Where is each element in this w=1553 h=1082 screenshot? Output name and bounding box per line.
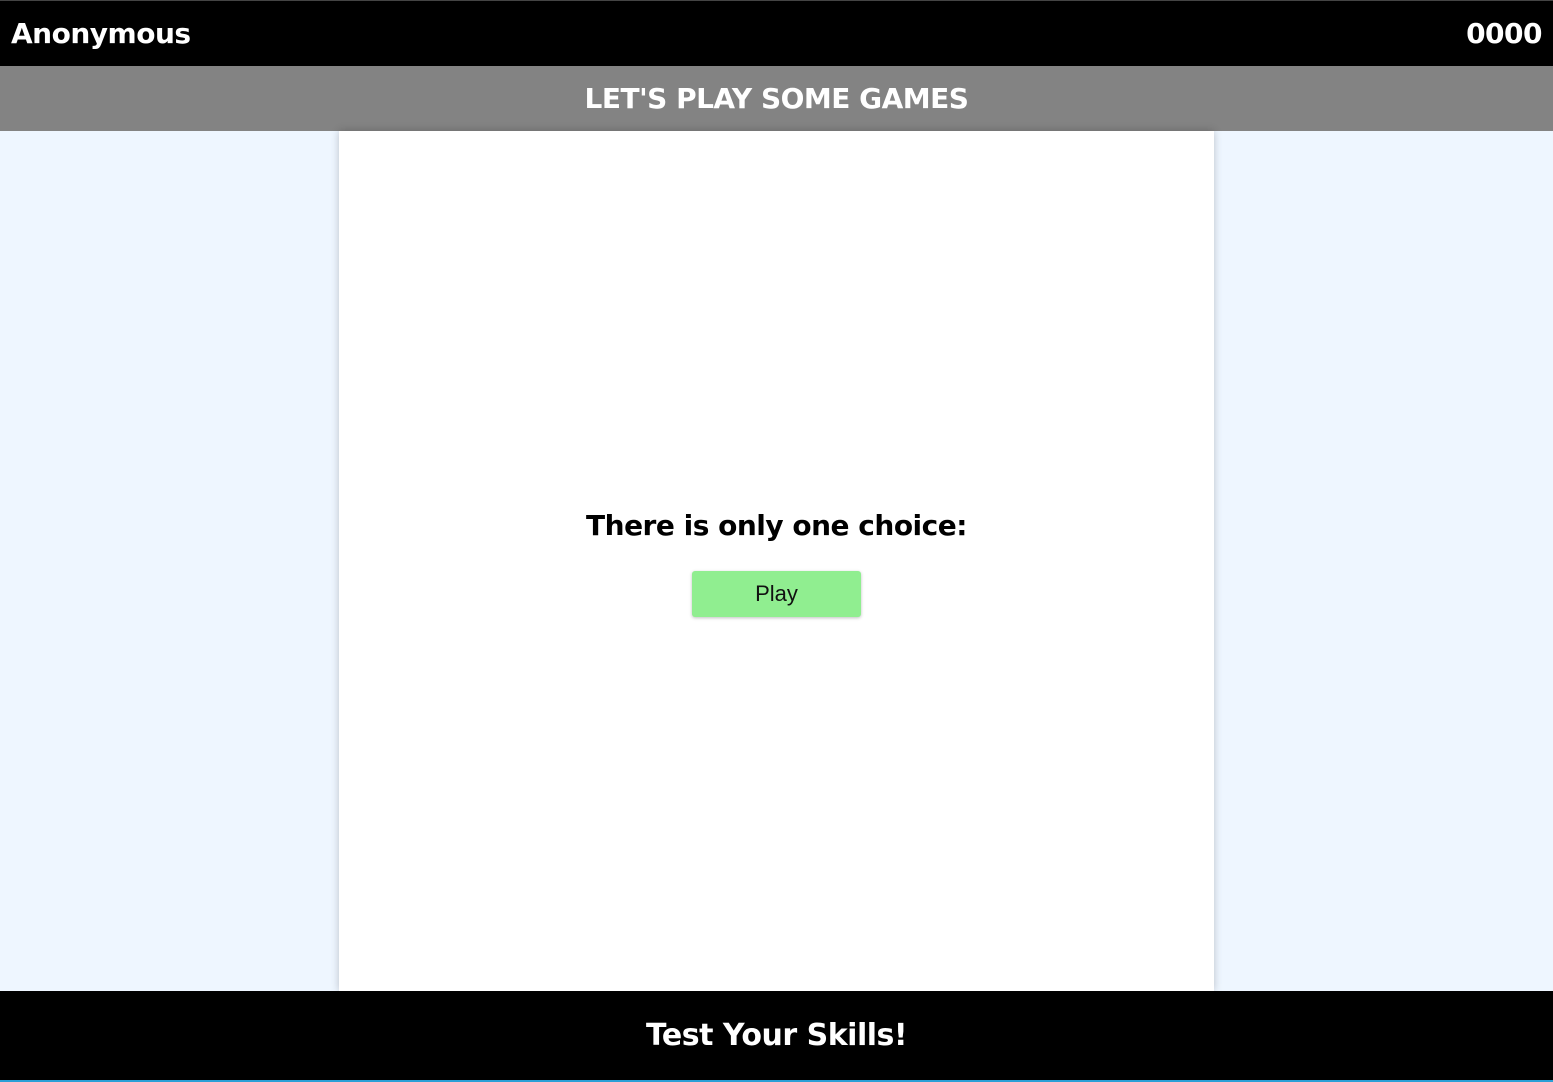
game-card: There is only one choice: Play <box>339 131 1214 991</box>
footer-tagline: Test Your Skills! <box>645 1018 908 1053</box>
top-bar: Anonymous 0000 <box>0 0 1553 66</box>
banner-title: LET'S PLAY SOME GAMES <box>584 82 969 115</box>
score-counter: 0000 <box>1466 17 1542 50</box>
play-button[interactable]: Play <box>692 571 861 617</box>
choice-prompt: There is only one choice: <box>586 509 967 542</box>
page-banner: LET'S PLAY SOME GAMES <box>0 66 1553 131</box>
username: Anonymous <box>11 17 191 50</box>
footer: Test Your Skills! <box>0 991 1553 1080</box>
